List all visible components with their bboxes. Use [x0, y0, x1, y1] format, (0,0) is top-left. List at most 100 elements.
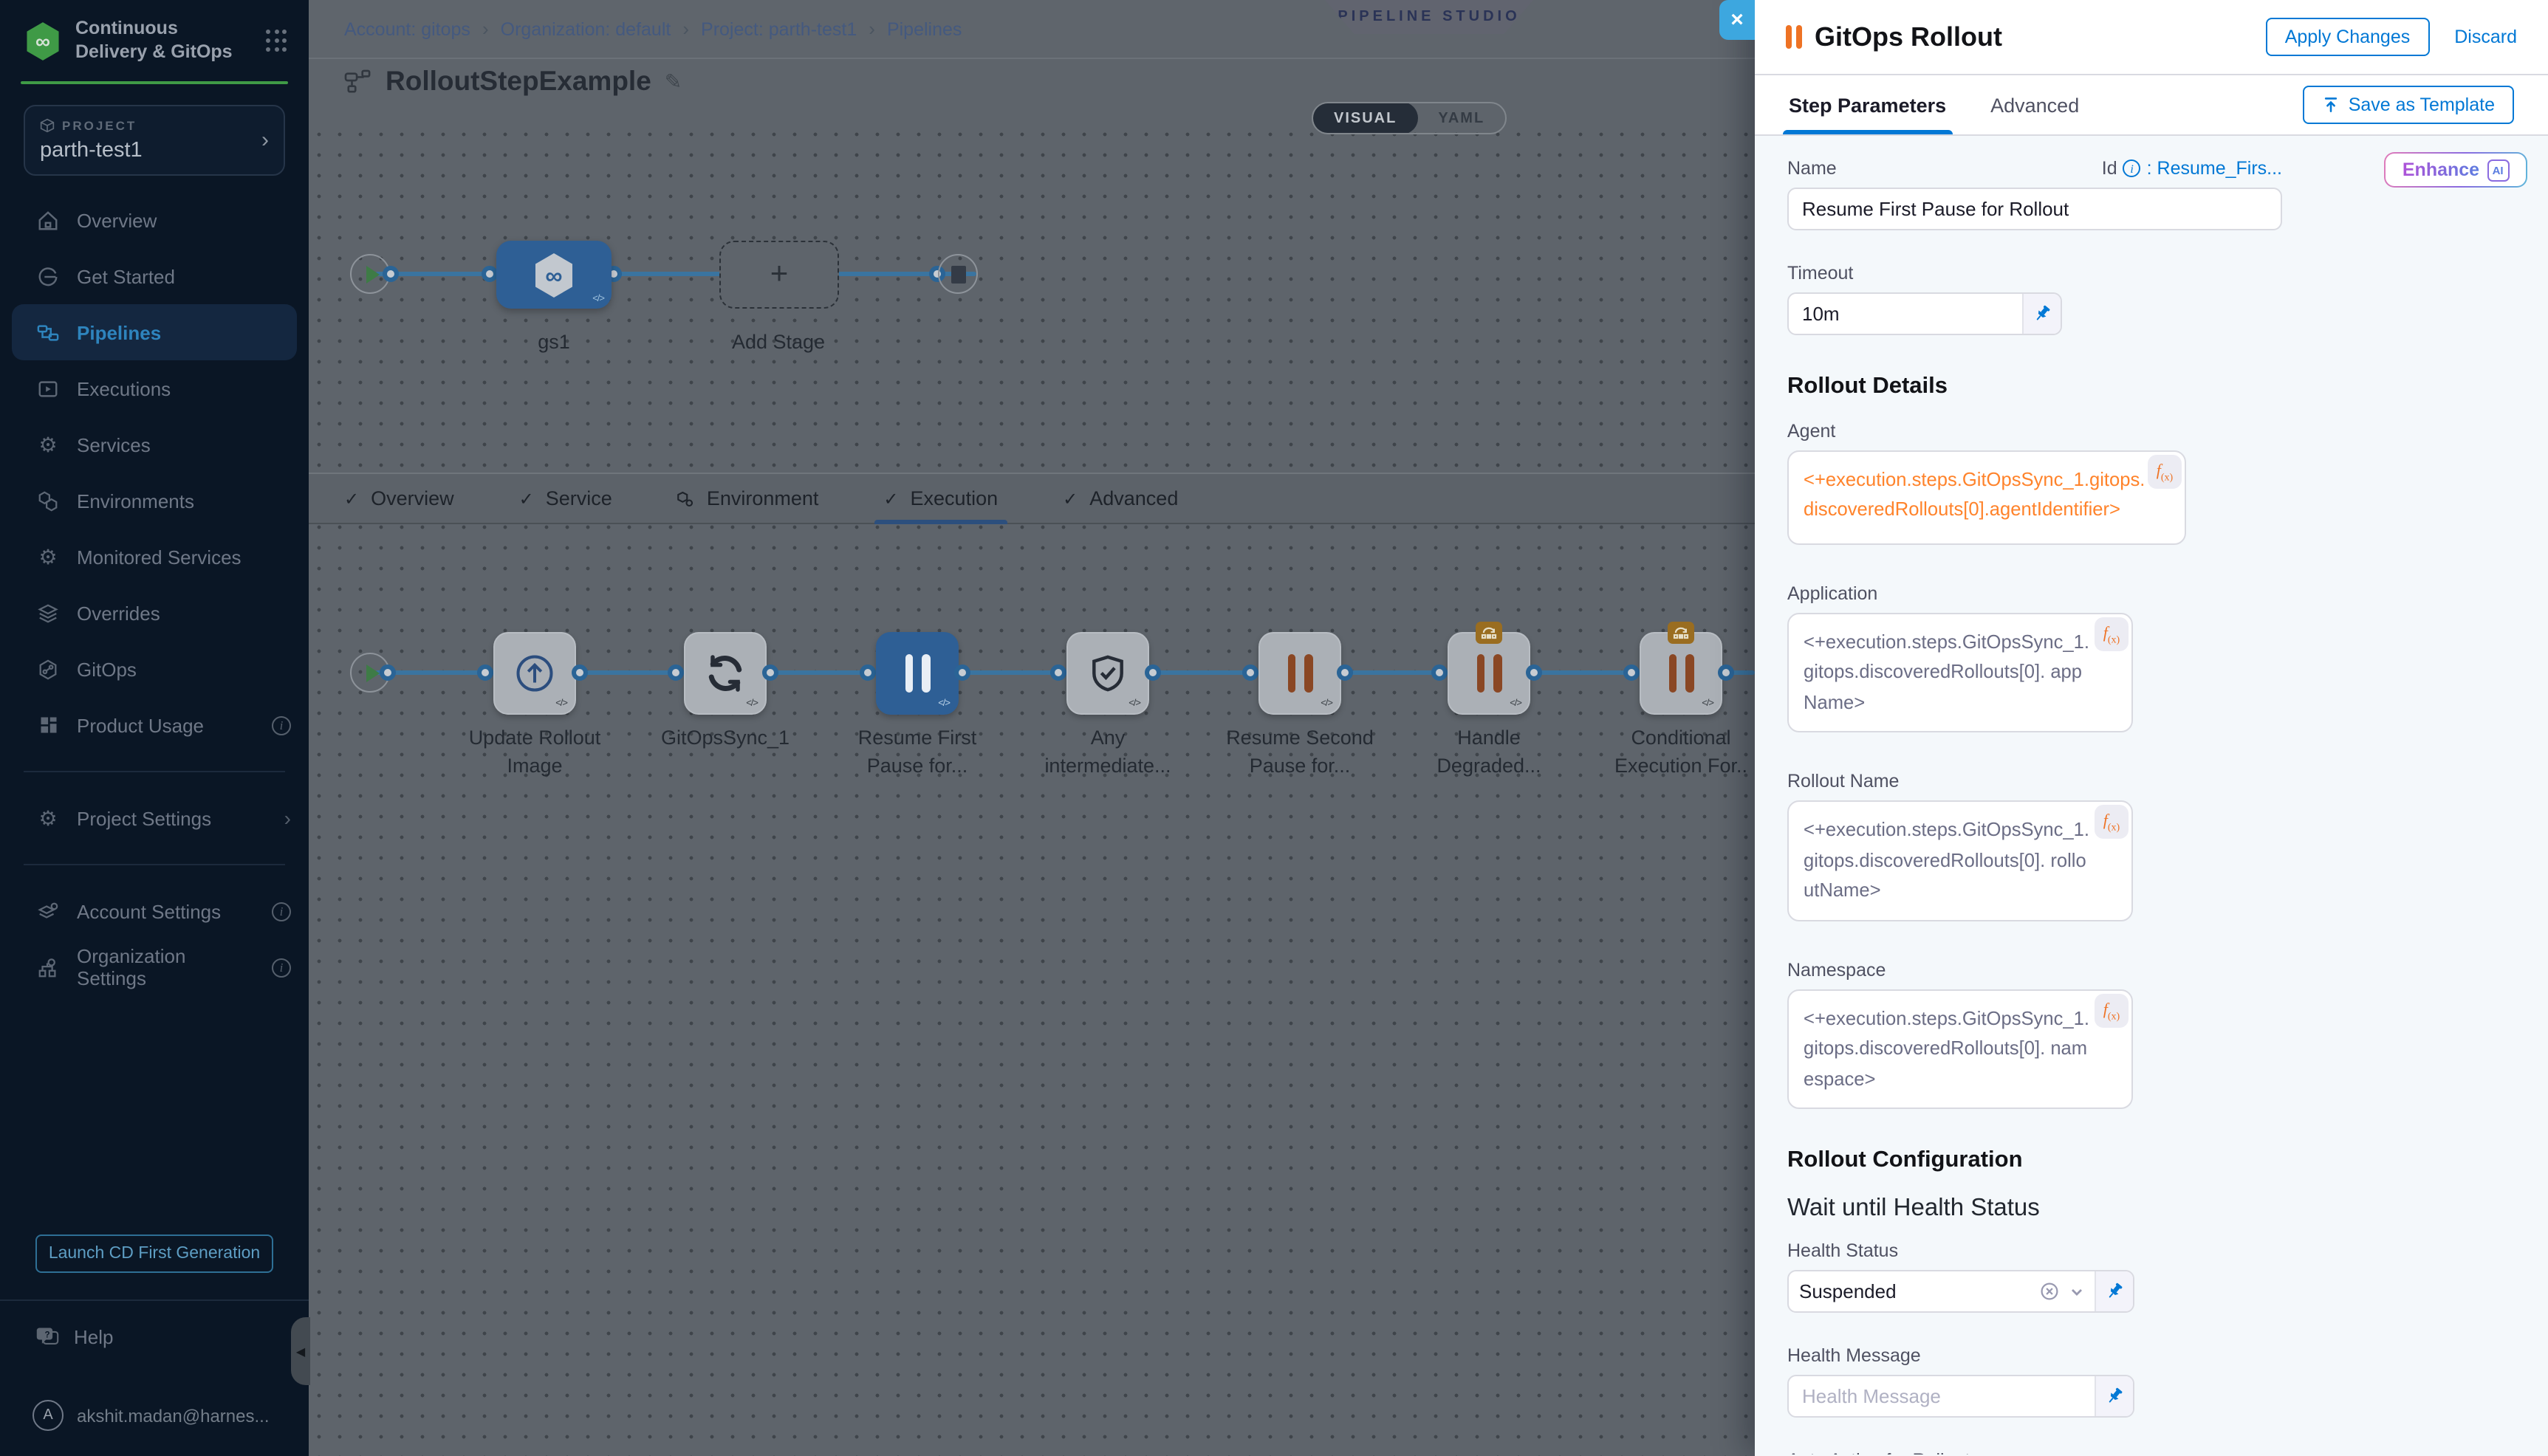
connector-port[interactable]: [477, 665, 493, 681]
app-switcher-icon[interactable]: [266, 30, 288, 52]
connector-port[interactable]: [1431, 665, 1448, 681]
input-type-selector[interactable]: [2095, 1271, 2133, 1311]
wait-until-health-status-heading: Wait until Health Status: [1787, 1195, 2527, 1223]
plus-icon: +: [770, 257, 789, 292]
connector-port[interactable]: [1050, 665, 1066, 681]
clear-icon[interactable]: [2040, 1282, 2059, 1301]
tab-step-parameters[interactable]: Step Parameters: [1789, 75, 1946, 134]
code-icon: </>: [1129, 698, 1140, 709]
info-icon[interactable]: i: [272, 902, 291, 921]
app-root: ∞ Continuous Delivery & GitOps PROJECT p…: [0, 0, 2548, 1456]
sidebar-item-get-started[interactable]: Get Started: [0, 248, 309, 304]
connector-port[interactable]: [762, 665, 778, 681]
toggle-yaml[interactable]: YAML: [1417, 102, 1505, 134]
tab-advanced[interactable]: Advanced: [1990, 75, 2079, 134]
expression-fx-button[interactable]: f(x): [2095, 617, 2129, 651]
info-icon[interactable]: i: [2123, 159, 2141, 177]
connector-port[interactable]: [668, 665, 684, 681]
timeout-input-type-selector[interactable]: [2022, 294, 2061, 334]
connector-port[interactable]: [954, 665, 970, 681]
breadcrumb-organization[interactable]: Organization: default: [501, 18, 671, 39]
breadcrumb-pipelines[interactable]: Pipelines: [887, 18, 962, 39]
info-icon[interactable]: i: [272, 715, 291, 735]
step-handle-degraded[interactable]: </>: [1448, 632, 1530, 715]
name-input[interactable]: [1787, 188, 2282, 230]
connector-port[interactable]: [1718, 665, 1734, 681]
chevron-right-icon: ›: [482, 18, 489, 40]
stage-end-node: [938, 254, 978, 294]
step-any-intermediate[interactable]: </>: [1066, 632, 1149, 715]
discard-button[interactable]: Discard: [2454, 27, 2517, 47]
sidebar-item-environments[interactable]: Environments: [0, 473, 309, 529]
input-type-selector[interactable]: [2095, 1376, 2133, 1416]
project-selector[interactable]: PROJECT parth-test1 ›: [24, 106, 285, 176]
user-menu[interactable]: A akshit.madan@harnes...: [32, 1400, 270, 1431]
connector-port[interactable]: [572, 665, 588, 681]
chevron-right-icon: ›: [682, 18, 689, 40]
expression-fx-button[interactable]: f(x): [2095, 806, 2129, 839]
sidebar-item-account-settings[interactable]: Account Settings i: [0, 883, 309, 939]
info-icon[interactable]: i: [272, 958, 291, 977]
sidebar-item-pipelines[interactable]: Pipelines: [12, 304, 297, 360]
step-resume-second-pause[interactable]: </>: [1258, 632, 1341, 715]
tab-label: Service: [546, 487, 612, 509]
breadcrumb-project[interactable]: Project: parth-test1: [701, 18, 857, 39]
sidebar-collapse-handle[interactable]: ◀: [291, 1317, 310, 1385]
launch-cd-first-gen-button[interactable]: Launch CD First Generation: [35, 1234, 273, 1273]
connector-port[interactable]: [380, 665, 396, 681]
connector-port[interactable]: [1526, 665, 1542, 681]
expression-fx-button[interactable]: f(x): [2148, 455, 2182, 489]
sidebar-item-gitops[interactable]: GitOps: [0, 641, 309, 697]
enhance-ai-button[interactable]: Enhance AI: [2384, 152, 2527, 188]
sidebar-item-overrides[interactable]: Overrides: [0, 585, 309, 641]
account-settings-icon: [35, 899, 61, 924]
connector-port[interactable]: [1337, 665, 1353, 681]
tab-environment[interactable]: Environment: [677, 474, 819, 523]
sidebar-item-overview[interactable]: Overview: [0, 192, 309, 248]
timeout-input[interactable]: [1789, 294, 2022, 334]
step-gitops-sync[interactable]: </>: [684, 632, 767, 715]
help-button[interactable]: ? Help: [35, 1326, 114, 1348]
step-conditional-execution[interactable]: </>: [1640, 632, 1722, 715]
tab-service[interactable]: ✓ Service: [519, 474, 612, 523]
save-as-template-button[interactable]: Save as Template: [2303, 86, 2514, 124]
tab-label: Environment: [707, 487, 819, 509]
chevron-down-icon[interactable]: [2069, 1284, 2084, 1299]
sidebar-item-executions[interactable]: Executions: [0, 360, 309, 416]
application-expression: <+execution.steps.GitOpsSync_1.gitops.di…: [1804, 631, 2089, 713]
sidebar-item-services[interactable]: ⚙ Services: [0, 416, 309, 473]
sidebar-item-label: Overrides: [77, 602, 160, 624]
connector-port[interactable]: [1145, 665, 1161, 681]
sidebar-item-label: Project Settings: [77, 807, 211, 829]
breadcrumb-account[interactable]: Account: gitops: [344, 18, 470, 39]
apply-changes-button[interactable]: Apply Changes: [2266, 18, 2430, 56]
expression-fx-button[interactable]: f(x): [2095, 994, 2129, 1028]
health-status-select[interactable]: Suspended: [1787, 1270, 2134, 1313]
visual-yaml-toggle[interactable]: VISUAL YAML: [1312, 102, 1507, 134]
sidebar-item-monitored-services[interactable]: ⚙ Monitored Services: [0, 529, 309, 585]
rollout-name-field[interactable]: <+execution.steps.GitOpsSync_1.gitops.di…: [1787, 801, 2133, 921]
connector-port[interactable]: [1242, 665, 1258, 681]
connector-port[interactable]: [482, 266, 498, 282]
tab-advanced[interactable]: ✓ Advanced: [1063, 474, 1178, 523]
sidebar-item-product-usage[interactable]: Product Usage i: [0, 697, 309, 753]
namespace-field[interactable]: <+execution.steps.GitOpsSync_1.gitops.di…: [1787, 989, 2133, 1110]
tab-execution[interactable]: ✓ Execution: [883, 474, 998, 523]
rollout-configuration-heading: Rollout Configuration: [1787, 1147, 2527, 1174]
step-resume-first-pause[interactable]: </>: [876, 632, 959, 715]
connector-port[interactable]: [1623, 665, 1640, 681]
add-stage-button[interactable]: +: [719, 241, 839, 309]
sidebar-item-project-settings[interactable]: ⚙ Project Settings ›: [0, 790, 309, 846]
application-field[interactable]: <+execution.steps.GitOpsSync_1.gitops.di…: [1787, 613, 2133, 733]
close-drawer-button[interactable]: ×: [1719, 0, 1755, 40]
health-message-input[interactable]: [1789, 1376, 2095, 1416]
stage-node-gs1[interactable]: ∞ </>: [496, 241, 612, 309]
agent-field[interactable]: <+execution.steps.GitOpsSync_1.gitops.di…: [1787, 450, 2186, 545]
toggle-visual[interactable]: VISUAL: [1313, 102, 1417, 134]
connector-port[interactable]: [860, 665, 876, 681]
connector-port[interactable]: [383, 266, 399, 282]
sidebar-item-organization-settings[interactable]: Organization Settings i: [0, 939, 309, 995]
edit-pencil-icon[interactable]: ✎: [665, 69, 682, 94]
step-update-rollout-image[interactable]: </>: [493, 632, 576, 715]
tab-overview[interactable]: ✓ Overview: [344, 474, 454, 523]
